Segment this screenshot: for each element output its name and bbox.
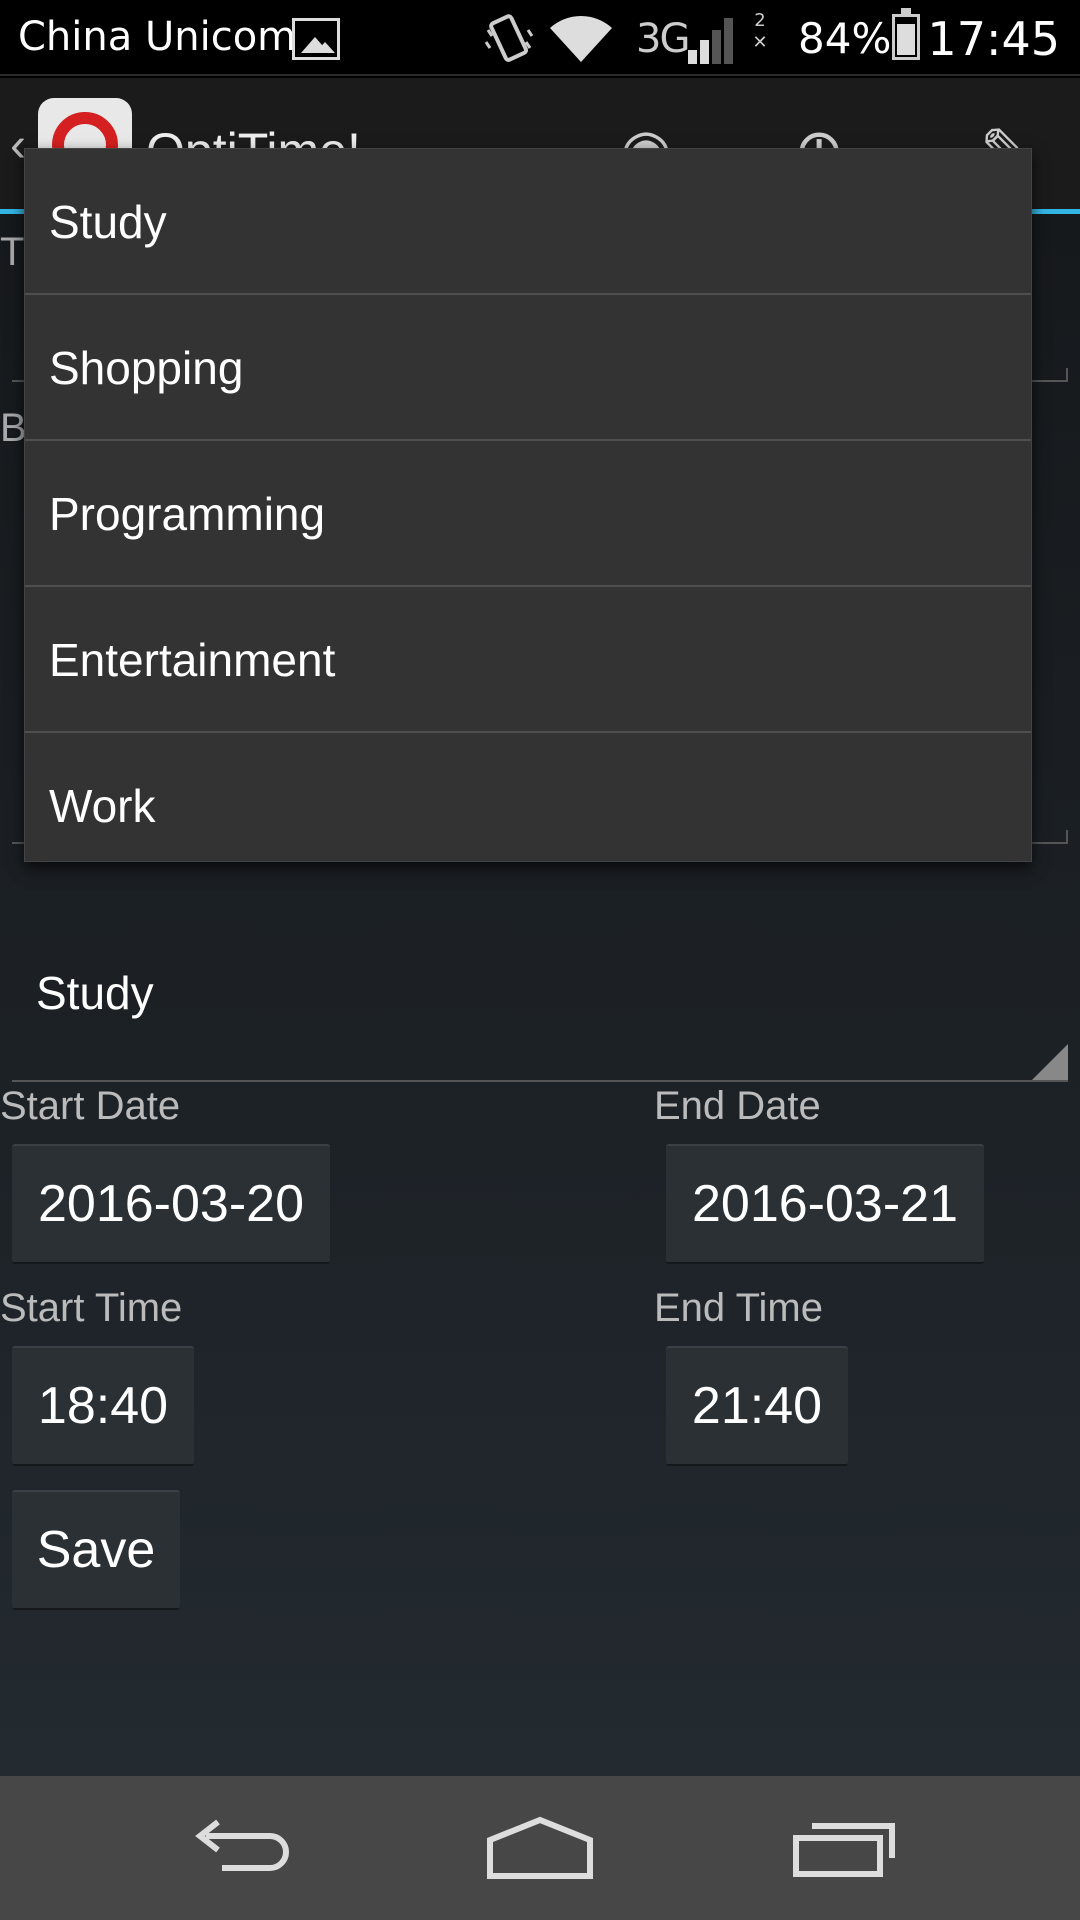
start-date-button[interactable]: 2016-03-20 <box>12 1144 330 1264</box>
end-date-button[interactable]: 2016-03-21 <box>666 1144 984 1264</box>
save-button[interactable]: Save <box>12 1490 180 1610</box>
start-time-button[interactable]: 18:40 <box>12 1346 194 1466</box>
status-bar: China Unicom 3G 2 ✕ 84% 17:45 <box>0 0 1080 76</box>
category-value: Study <box>36 967 154 1019</box>
recents-icon[interactable] <box>790 1814 900 1884</box>
network-type: 3G <box>636 16 690 62</box>
battery-percent: 84% <box>798 14 892 63</box>
signal-icon <box>688 18 733 64</box>
dropdown-item-study[interactable]: Study <box>25 149 1031 295</box>
body-label: B <box>0 406 27 450</box>
category-dropdown: Study Shopping Programming Entertainment… <box>24 148 1032 862</box>
carrier-name: China Unicom <box>18 14 297 60</box>
dropdown-item-programming[interactable]: Programming <box>25 441 1031 587</box>
end-time-button[interactable]: 21:40 <box>666 1346 848 1466</box>
clock: 17:45 <box>927 12 1060 66</box>
vibrate-icon <box>484 14 534 62</box>
wifi-icon <box>550 15 612 62</box>
sim2-indicator: 2 ✕ <box>752 10 768 53</box>
dropdown-item-work[interactable]: Work <box>25 733 1031 879</box>
end-time-label: End Time <box>654 1286 823 1330</box>
category-spinner[interactable]: Study <box>12 902 1068 1082</box>
spinner-arrow-icon <box>1032 1044 1068 1080</box>
back-icon[interactable] <box>186 1814 290 1884</box>
dropdown-item-shopping[interactable]: Shopping <box>25 295 1031 441</box>
title-label: T <box>0 230 25 274</box>
end-date-label: End Date <box>654 1084 821 1128</box>
start-time-label: Start Time <box>0 1286 183 1330</box>
navigation-bar <box>0 1776 1080 1920</box>
image-icon <box>292 18 340 60</box>
home-icon[interactable] <box>484 1814 596 1884</box>
battery-icon <box>892 8 920 60</box>
start-date-label: Start Date <box>0 1084 181 1128</box>
dropdown-item-entertainment[interactable]: Entertainment <box>25 587 1031 733</box>
